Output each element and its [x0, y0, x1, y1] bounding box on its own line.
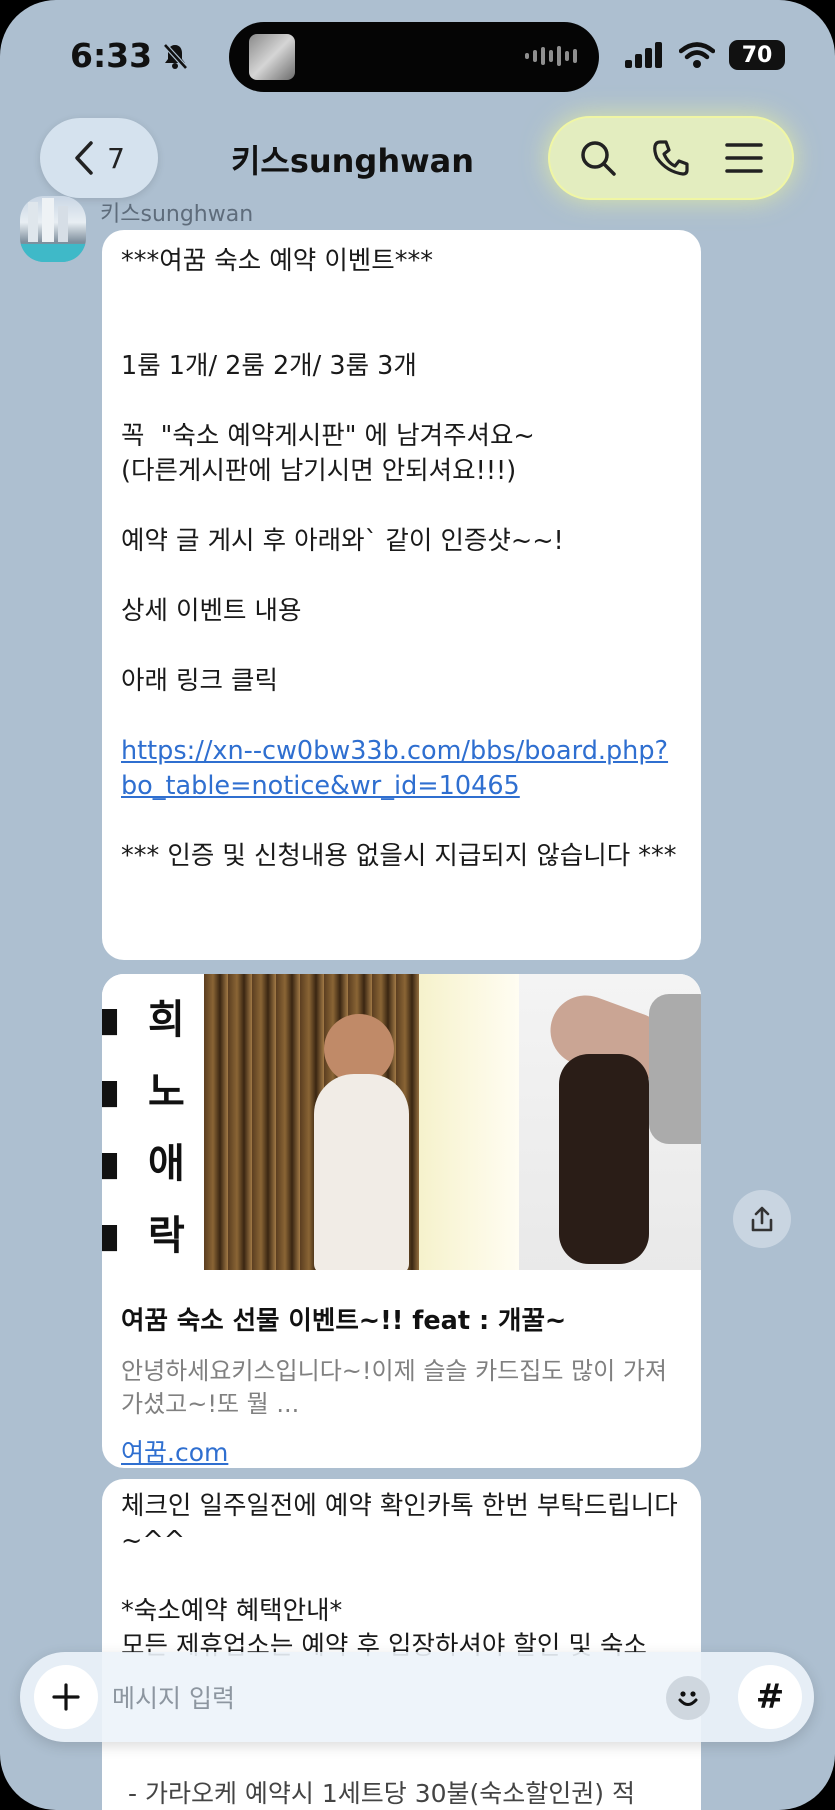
bell-muted-icon — [163, 42, 188, 70]
message-input-bar: # — [20, 1652, 814, 1742]
partial-message-text: - 가라오케 예약시 1세트당 30불(숙소할인권) 적 — [128, 1779, 635, 1808]
wifi-icon — [679, 42, 715, 68]
message-input[interactable] — [110, 1672, 674, 1724]
phone-icon[interactable] — [651, 138, 691, 178]
portrait-panel — [519, 974, 701, 1270]
avatar-image — [20, 198, 86, 262]
calligraphy-left-column: ■ ■ ■ ■ — [102, 1000, 121, 1256]
signal-icon — [625, 42, 662, 68]
status-time: 6:33 — [70, 36, 188, 75]
battery-indicator: 70 — [729, 40, 785, 70]
share-icon — [751, 1206, 773, 1232]
sender-name: 키스sunghwan — [100, 202, 254, 227]
attach-button[interactable] — [34, 1665, 98, 1729]
status-indicators: 70 — [625, 40, 785, 70]
audio-waveform-icon — [525, 46, 577, 66]
plus-icon — [52, 1683, 80, 1711]
hashtag-button[interactable]: # — [738, 1665, 802, 1729]
message-bubble[interactable]: ***여꿈 숙소 예약 이벤트*** 1룸 1개/ 2룸 2개/ 3룸 3개 꼭… — [102, 230, 701, 960]
unread-count: 7 — [107, 141, 125, 175]
chevron-left-icon — [75, 141, 93, 175]
message-text: 체크인 일주일전에 예약 확인카톡 한번 부탁드립니다~^^ *숙소예약 혜택안… — [121, 1491, 678, 1661]
message-text-part: ***여꿈 숙소 예약 이벤트*** 1룸 1개/ 2룸 2개/ 3룸 3개 꼭… — [121, 246, 564, 696]
emoji-button[interactable] — [666, 1676, 710, 1720]
menu-icon[interactable] — [724, 141, 764, 175]
search-icon[interactable] — [578, 138, 618, 178]
link-preview-description: 안녕하세요키스입니다~!이제 슬슬 카드집도 많이 가져가셨고~!또 뭘 ... — [121, 1357, 668, 1418]
emoji-icon — [678, 1691, 698, 1706]
event-link[interactable]: https://xn--cw0bw33b.com/bbs/board.php?b… — [121, 736, 668, 801]
share-button[interactable] — [733, 1190, 791, 1248]
link-preview-card[interactable]: ■ ■ ■ ■ 희 노 애 락 여꿈 숙소 선물 이벤트~!! feat : 개… — [102, 974, 701, 1468]
header-actions — [548, 116, 794, 200]
message-text: ***여꿈 숙소 예약 이벤트*** 1룸 1개/ 2룸 2개/ 3룸 3개 꼭… — [102, 230, 701, 874]
status-time-text: 6:33 — [70, 36, 153, 75]
calligraphy-text: 희 노 애 락 — [148, 996, 185, 1259]
chat-title: 키스sunghwan — [230, 142, 475, 180]
now-playing-thumbnail — [249, 34, 295, 80]
bamboo-backdrop — [204, 974, 519, 1270]
link-preview-image: ■ ■ ■ ■ 희 노 애 락 — [102, 974, 701, 1270]
back-button[interactable]: 7 — [40, 118, 158, 198]
message-text-part: *** 인증 및 신청내용 없을시 지급되지 않습니다 *** — [121, 841, 677, 871]
link-preview-title: 여꿈 숙소 선물 이벤트~!! feat : 개꿀~ — [121, 1306, 567, 1336]
link-preview-domain[interactable]: 여꿈.com — [102, 1421, 701, 1468]
message-bubble[interactable]: 체크인 일주일전에 예약 확인카톡 한번 부탁드립니다~^^ *숙소예약 혜택안… — [102, 1479, 701, 1810]
chat-screen: 6:33 70 7 키스sunghwan 키스sunghwan ***여꿈 숙소… — [0, 0, 835, 1810]
avatar[interactable] — [20, 196, 86, 262]
calligraphy-panel: ■ ■ ■ ■ 희 노 애 락 — [102, 974, 204, 1270]
dynamic-island — [229, 22, 599, 92]
